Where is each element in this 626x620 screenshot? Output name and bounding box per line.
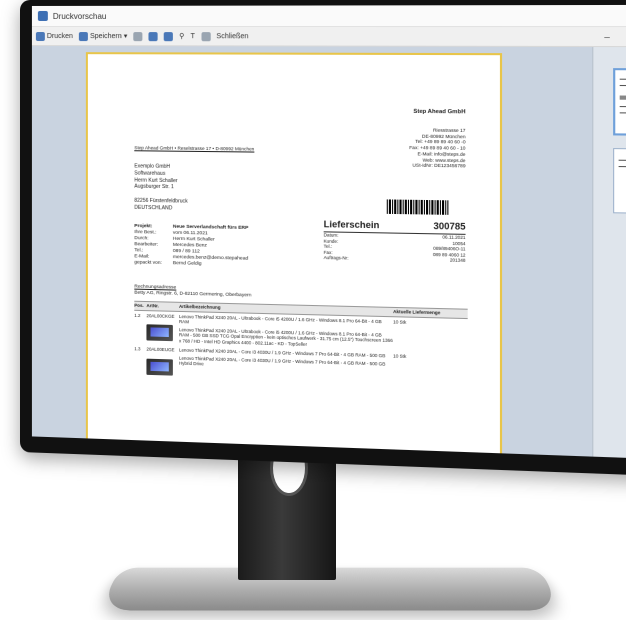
export-icon [133,32,142,41]
binoculars-icon: ⚲ [179,32,184,40]
page-thumbnail-1[interactable] [613,68,626,136]
minimize-button[interactable]: – [604,31,610,43]
delivery-note-box: Lieferschein 300785 Datum: 06.11.2021 Kun… [324,219,466,264]
recipient-line: DEUTSCHLAND [134,204,187,211]
scene: Druckvorschau Drucken Speichern ▾ ⚲ T Sc… [0,0,626,620]
save-button[interactable]: Speichern ▾ [79,32,127,41]
column-header: ArtNr. [146,303,179,309]
screen: Druckvorschau Drucken Speichern ▾ ⚲ T Sc… [32,5,626,460]
thumb-line [620,112,626,113]
close-preview-button[interactable]: Schließen [216,33,248,40]
close-label: Schließen [216,33,248,40]
billing-address: Betty AG, Ringstr. 6, D-82110 Germering,… [134,291,251,300]
recipient-address: Exemplo GmbH Softwarehaus Herrn Kurt Sch… [134,163,187,212]
app-icon [38,11,48,21]
barcode [387,199,449,214]
page-setup-icon [201,32,210,41]
sender-line: Step Ahead GmbH • Reselstrasse 17 • D-80… [134,145,254,152]
meta-value: 201348 [450,258,466,264]
single-page-icon [149,32,158,41]
multi-page-button[interactable] [164,32,173,41]
doc-type: Lieferschein [324,219,380,232]
window-title: Druckvorschau [53,11,107,20]
window-titlebar: Druckvorschau [32,5,626,27]
recipient-line: Augsburger Str. 1 [134,184,187,191]
thumb-line [620,95,626,99]
doc-number: 300785 [433,221,465,233]
text-button[interactable]: T [191,33,195,40]
page-thumbnail-2[interactable] [613,148,626,214]
company-address: Riesstrasse 17 DE-80992 München Tel: +49… [409,127,465,169]
find-button[interactable]: ⚲ [179,32,184,40]
thumb-line [619,160,626,161]
text-icon: T [191,33,195,40]
recipient-line: Exemplo GmbH [134,163,187,170]
thumb-line [620,106,626,107]
item-pos: 1.2 [134,312,146,342]
toolbar: Drucken Speichern ▾ ⚲ T Schließen – [32,27,626,47]
thumb-line [620,79,626,80]
multi-page-icon [164,32,173,41]
item-qty: 10 Stk [393,319,468,352]
items-table: Pos. ArtNr. Artikelbezeichnung Aktuelle … [134,301,467,386]
project-block: Projekt: Neue Serverlandschaft fürs ERP I… [134,224,315,270]
save-icon [79,32,88,41]
column-header: Aktuelle Liefermenge [393,309,468,317]
column-header: Pos. [134,303,146,309]
chevron-down-icon: ▾ [124,32,128,40]
meta-key: Auftrags-Nr: [324,255,349,261]
print-button[interactable]: Drucken [36,32,73,41]
preview-area: Step Ahead GmbH Riesstrasse 17 DE-80992 … [32,46,626,460]
thumb-line [620,85,626,86]
window-controls: – □ ✕ [604,31,626,43]
recipient-line: 82256 Fürstenfeldbruck [134,197,187,204]
page-setup-button[interactable] [201,32,210,41]
item-art-cell: 20AL00EUGE [146,347,179,376]
document-page: Step Ahead GmbH Riesstrasse 17 DE-80992 … [86,52,502,460]
item-desc-cell: Lenovo ThinkPad X240 20AL - Ultrabook - … [179,313,393,349]
item-art-cell: 20AL00CKGE [146,313,179,344]
item-qty: 10 Stk [393,353,468,384]
thumb-line [619,166,626,167]
laptop-image [146,324,172,341]
address-line: USt-IdNr: DE123456789 [409,163,465,170]
thumbnail-panel [592,47,626,460]
item-art: 20AL00CKGE [146,313,179,319]
item-art: 20AL00EUGE [146,347,179,353]
monitor: Druckvorschau Drucken Speichern ▾ ⚲ T Sc… [20,0,626,477]
billing-block: Rechnungsadresse Betty AG, Ringstr. 6, D… [134,285,251,300]
save-label: Speichern [90,33,122,40]
recipient-line: Softwarehaus [134,170,187,177]
company-name: Step Ahead GmbH [413,109,465,117]
export-button[interactable] [133,32,142,41]
item-pos: 1.3 [134,346,146,374]
print-label: Drucken [47,33,73,40]
printer-icon [36,32,45,41]
single-page-button[interactable] [149,32,158,41]
laptop-image [146,358,172,375]
item-desc-cell: Lenovo ThinkPad X240 20AL - Core i3 4030… [179,347,393,381]
project-key: gepackt von: [134,260,173,267]
